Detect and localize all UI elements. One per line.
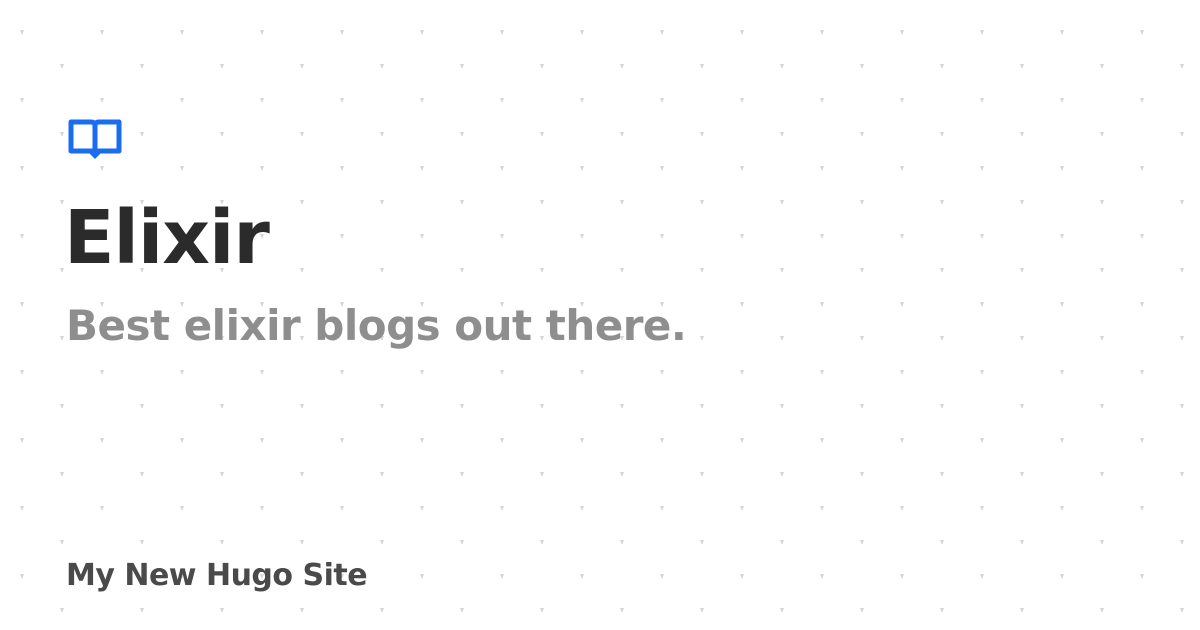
logo [68, 119, 122, 161]
page-title: Elixir [64, 195, 270, 281]
open-book-icon [68, 119, 122, 159]
social-card: Elixir Best elixir blogs out there. My N… [0, 0, 1200, 630]
page-subtitle: Best elixir blogs out there. [66, 301, 687, 350]
site-name: My New Hugo Site [66, 558, 368, 593]
